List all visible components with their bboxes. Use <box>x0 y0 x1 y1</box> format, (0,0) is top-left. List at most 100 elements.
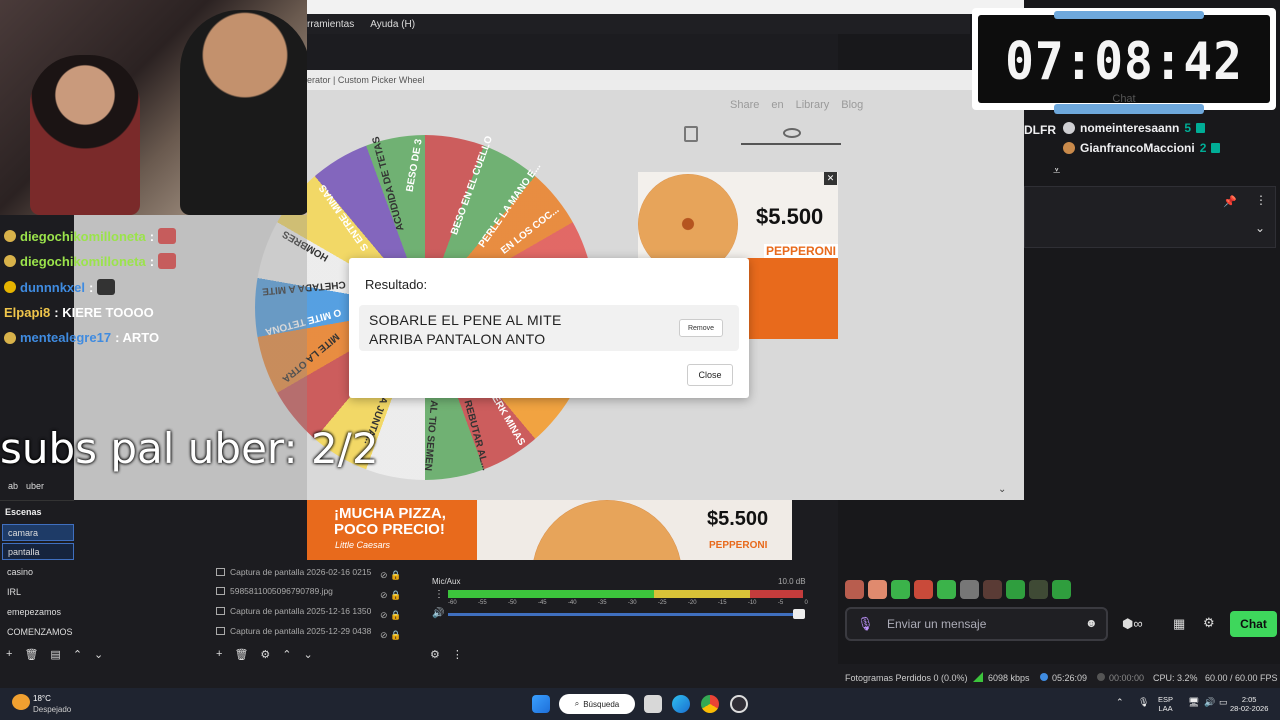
obs-icon[interactable] <box>730 695 748 713</box>
scene-item-camara[interactable]: camara <box>2 524 74 541</box>
chevron-down-icon[interactable]: ⌄ <box>304 648 313 662</box>
chat-message: : <box>149 253 155 269</box>
scale-tick: -35 <box>597 600 607 606</box>
chat-input[interactable]: 🎙 Enviar un mensaje ☻ <box>845 607 1108 641</box>
hide-eye-icon[interactable] <box>783 128 801 138</box>
emote-icon[interactable] <box>1052 580 1071 599</box>
network-icon[interactable]: 🖥 <box>1188 697 1199 708</box>
scene-item-emepezamos[interactable]: emepezamos <box>2 604 74 621</box>
clipboard-icon[interactable] <box>684 126 698 142</box>
chevron-down-icon[interactable]: ⌄ <box>94 648 103 662</box>
mixer-settings-icon[interactable]: ⚙ <box>430 648 440 662</box>
scene-item-irl[interactable]: IRL <box>2 584 74 601</box>
filter-icon[interactable]: ▤ <box>50 648 60 662</box>
divider <box>0 500 74 501</box>
browser-title-bar: erator | Custom Picker Wheel <box>307 70 1024 90</box>
library-link[interactable]: Library <box>796 99 830 111</box>
emote-icon[interactable] <box>914 580 933 599</box>
rank-badge-icon <box>1063 122 1075 134</box>
store-icon[interactable]: ▦ <box>1173 616 1185 632</box>
language-link[interactable]: en <box>771 99 783 111</box>
task-view-icon[interactable] <box>644 695 662 713</box>
emoji-icon[interactable]: ☻ <box>1085 616 1098 630</box>
chat-username: diegochikomilloneta <box>20 228 146 244</box>
emote-icon[interactable] <box>868 580 887 599</box>
menu-ayuda[interactable]: Ayuda (H) <box>370 19 415 30</box>
page-nav: Share en Library Blog <box>730 99 863 111</box>
chat-message: : <box>89 279 94 295</box>
overlay-chat-line: diegochikomilloneta : <box>4 228 177 244</box>
pin-icon[interactable]: 📌 <box>1223 195 1237 208</box>
share-link[interactable]: Share <box>730 99 759 111</box>
chat-message: : ARTO <box>115 330 160 345</box>
battery-icon[interactable]: ▭ <box>1219 697 1228 708</box>
volume-slider-handle[interactable] <box>793 609 805 619</box>
ad-brand-logo: Little Caesars <box>335 540 391 550</box>
blog-link[interactable]: Blog <box>841 99 863 111</box>
scale-tick: -40 <box>567 600 577 606</box>
timer-accent <box>1054 104 1204 114</box>
close-button[interactable]: Close <box>687 364 733 386</box>
more-icon[interactable]: ⋮ <box>1255 193 1267 207</box>
pinned-message-box: 📌 ⋮ ⌄ <box>1024 186 1276 248</box>
scene-item-comenzamos[interactable]: COMENZAMOS <box>2 624 74 641</box>
emote-icon[interactable] <box>960 580 979 599</box>
chevron-down-icon[interactable]: ⌄ <box>998 484 1006 495</box>
result-line: ARRIBA PANTALON ANTO <box>369 331 546 347</box>
chevron-up-icon[interactable]: ⌃ <box>73 648 82 662</box>
chat-send-button[interactable]: Chat <box>1230 611 1277 637</box>
source-name: Captura de pantalla 2026-02-16 0215 <box>230 567 372 577</box>
chrome-icon[interactable] <box>701 695 719 713</box>
emote-icon[interactable] <box>983 580 1002 599</box>
keyboard-layout[interactable]: ESP LAA <box>1158 695 1173 713</box>
add-icon[interactable]: + <box>216 648 222 662</box>
edge-icon[interactable] <box>672 695 690 713</box>
leaderboard-entry[interactable]: nomeinteresaann 5 <box>1063 121 1206 135</box>
streamer-person <box>30 55 140 215</box>
subs-goal-text: subs pal uber: 2/2 <box>0 424 379 473</box>
leaderboard-entry[interactable]: GianfrancoMaccioni 2 <box>1063 141 1221 155</box>
emote-icon[interactable] <box>891 580 910 599</box>
more-icon[interactable]: ⋮ <box>452 648 463 662</box>
chevron-up-icon[interactable]: ⌃ <box>282 648 291 662</box>
timer-display: 07:08:42 Chat <box>978 11 1270 114</box>
add-icon[interactable]: + <box>6 648 12 662</box>
emote-icon[interactable] <box>1029 580 1048 599</box>
menu-herramientas[interactable]: rramientas <box>307 19 354 30</box>
emote-icon[interactable] <box>1006 580 1025 599</box>
collapse-icon[interactable]: ⩡ <box>1053 163 1060 179</box>
remove-button[interactable]: Remove <box>679 319 723 337</box>
bits-icon[interactable]: ⬢∞ <box>1122 616 1143 632</box>
gear-icon[interactable]: ⚙ <box>260 648 270 662</box>
mixer-toolbar: ⚙ ⋮ <box>430 648 463 662</box>
weather-icon[interactable] <box>12 694 30 710</box>
microphone-icon[interactable]: 🎙 <box>857 616 874 632</box>
sources-toolbar: + 🗑 ⚙ ⌃ ⌄ <box>216 648 313 662</box>
microphone-icon[interactable]: 🎙 <box>1138 697 1149 708</box>
volume-icon[interactable]: 🔊 <box>1204 697 1215 708</box>
more-icon[interactable]: ⋮ <box>434 589 444 600</box>
speaker-icon[interactable]: 🔊 <box>432 608 444 619</box>
emote-icon[interactable] <box>937 580 956 599</box>
close-icon[interactable]: ✕ <box>824 172 837 185</box>
webcam-feed <box>0 0 307 215</box>
trash-icon[interactable]: 🗑 <box>234 648 248 662</box>
record-icon <box>1097 673 1105 681</box>
volume-slider[interactable] <box>448 613 803 616</box>
taskbar-search[interactable]: ⌕ Búsqueda <box>559 694 635 714</box>
source-label[interactable]: uber <box>26 481 44 491</box>
emote-icon[interactable] <box>845 580 864 599</box>
chat-username: Elpapi8 <box>4 305 51 320</box>
ad-banner-bottom[interactable]: ¡MUCHA PIZZA, POCO PRECIO! Little Caesar… <box>307 500 792 560</box>
clock[interactable]: 2:05 28-02-2026 <box>1230 695 1268 713</box>
scale-tick: -50 <box>507 600 517 606</box>
stream-time: 05:26:09 <box>1052 673 1088 683</box>
visibility-lock-icons[interactable]: ⊘ 🔒 ⊘ 🔒 ⊘ 🔒 ⊘ 🔒 <box>380 565 401 645</box>
scene-item-casino[interactable]: casino <box>2 564 74 581</box>
gear-icon[interactable]: ⚙ <box>1203 615 1215 631</box>
start-menu-icon[interactable] <box>532 695 550 713</box>
tray-chevron-icon[interactable]: ⌃ <box>1116 697 1124 708</box>
scene-item-pantalla[interactable]: pantalla <box>2 543 74 560</box>
chevron-down-icon[interactable]: ⌄ <box>1255 221 1265 235</box>
trash-icon[interactable]: 🗑 <box>24 648 38 662</box>
